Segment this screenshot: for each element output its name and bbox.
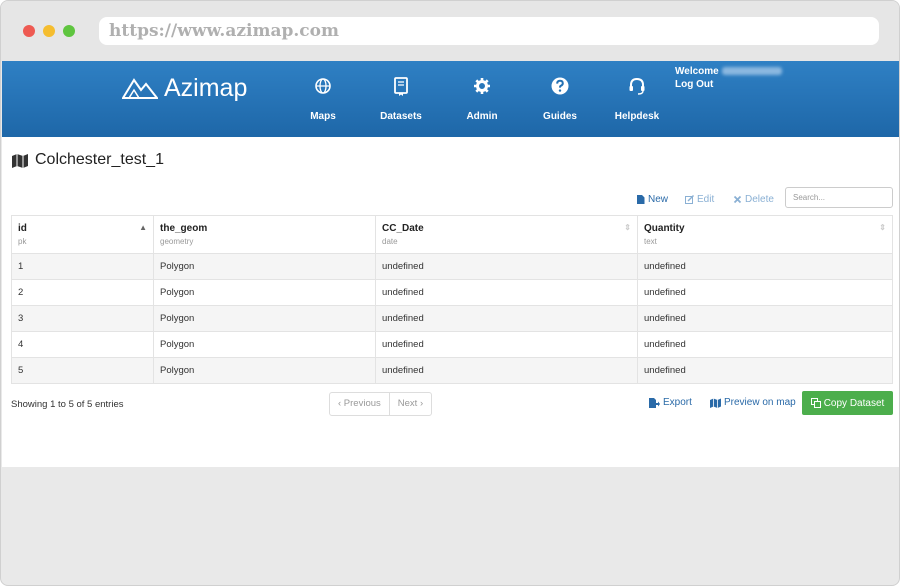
- cell-cc-date: undefined: [375, 331, 638, 358]
- cell-the-geom: Polygon: [153, 305, 376, 332]
- logout-link[interactable]: Log Out: [675, 79, 713, 90]
- table-row[interactable]: 4 Polygon undefined undefined: [11, 331, 893, 358]
- page-title: Colchester_test_1: [11, 151, 164, 169]
- cell-quantity: undefined: [637, 253, 893, 280]
- cell-the-geom: Polygon: [153, 357, 376, 384]
- username-blurred: [721, 67, 782, 76]
- nav-datasets[interactable]: Datasets: [369, 75, 433, 122]
- nav-guides[interactable]: Guides: [528, 75, 592, 122]
- cell-cc-date: undefined: [375, 357, 638, 384]
- nav-helpdesk[interactable]: Helpdesk: [605, 75, 669, 122]
- edit-button[interactable]: Edit: [685, 194, 714, 205]
- search-input[interactable]: [785, 187, 893, 208]
- copy-dataset-button[interactable]: Copy Dataset: [802, 391, 893, 415]
- azimap-logo[interactable]: Azimap: [122, 71, 247, 105]
- window-maximize-button[interactable]: [63, 25, 75, 37]
- cell-id: 3: [11, 305, 154, 332]
- column-header-quantity[interactable]: Quantity text ⇕: [637, 215, 893, 254]
- export-icon: [649, 397, 660, 408]
- table-header-row: id pk ▲ the_geom geometry CC_Date date ⇕: [11, 215, 893, 254]
- sort-icon: ⇕: [879, 223, 886, 232]
- nav-admin[interactable]: Admin: [450, 75, 514, 122]
- question-icon: [551, 77, 569, 95]
- previous-page-button[interactable]: ‹ Previous: [330, 393, 390, 415]
- page-title-text: Colchester_test_1: [35, 151, 164, 168]
- pagination: ‹ Previous Next ›: [329, 392, 433, 416]
- cell-the-geom: Polygon: [153, 279, 376, 306]
- cell-quantity: undefined: [637, 331, 893, 358]
- cell-quantity: undefined: [637, 279, 893, 306]
- main-content: Colchester_test_1 New Edit Delete Search…: [2, 137, 899, 467]
- headset-icon: [629, 77, 645, 95]
- cell-the-geom: Polygon: [153, 331, 376, 358]
- table-row[interactable]: 3 Polygon undefined undefined: [11, 305, 893, 332]
- sort-icon: ⇕: [624, 223, 631, 232]
- cell-id: 1: [11, 253, 154, 280]
- gear-icon: [474, 78, 490, 94]
- address-bar[interactable]: https://www.azimap.com: [99, 17, 879, 45]
- window-minimize-button[interactable]: [43, 25, 55, 37]
- table-row[interactable]: 2 Polygon undefined undefined: [11, 279, 893, 306]
- sort-asc-icon: ▲: [139, 223, 147, 232]
- table-row[interactable]: 5 Polygon undefined undefined: [11, 357, 893, 384]
- nav-datasets-label: Datasets: [380, 111, 422, 122]
- map-icon: [710, 398, 721, 408]
- nav-maps[interactable]: Maps: [291, 75, 355, 122]
- mountain-logo-icon: [122, 78, 158, 99]
- column-header-id[interactable]: id pk ▲: [11, 215, 154, 254]
- nav-guides-label: Guides: [543, 111, 577, 122]
- cell-cc-date: undefined: [375, 253, 638, 280]
- cell-id: 4: [11, 331, 154, 358]
- new-button[interactable]: New: [636, 194, 668, 205]
- delete-button[interactable]: Delete: [733, 194, 774, 205]
- cell-the-geom: Polygon: [153, 253, 376, 280]
- table-info: Showing 1 to 5 of 5 entries: [11, 399, 124, 410]
- preview-on-map-button[interactable]: Preview on map: [710, 397, 796, 408]
- top-navbar: Azimap Maps Datasets Admin Guides Helpde…: [2, 61, 899, 137]
- column-header-the-geom[interactable]: the_geom geometry: [153, 215, 376, 254]
- cell-quantity: undefined: [637, 305, 893, 332]
- column-header-cc-date[interactable]: CC_Date date ⇕: [375, 215, 638, 254]
- table-row[interactable]: 1 Polygon undefined undefined: [11, 253, 893, 280]
- close-icon: [733, 195, 742, 204]
- browser-window: https://www.azimap.com Azimap Maps Datas…: [0, 0, 900, 586]
- cell-id: 2: [11, 279, 154, 306]
- welcome-text: Welcome: [675, 66, 782, 77]
- logo-text: Azimap: [164, 73, 248, 102]
- window-close-button[interactable]: [23, 25, 35, 37]
- map-icon: [12, 154, 28, 168]
- browser-chrome: https://www.azimap.com: [1, 1, 899, 61]
- next-page-button[interactable]: Next ›: [390, 393, 431, 415]
- copy-icon: [810, 398, 821, 408]
- nav-maps-label: Maps: [310, 111, 336, 122]
- globe-icon: [315, 78, 331, 94]
- cell-cc-date: undefined: [375, 305, 638, 332]
- nav-admin-label: Admin: [466, 111, 498, 122]
- export-button[interactable]: Export: [649, 397, 692, 408]
- cell-id: 5: [11, 357, 154, 384]
- cell-quantity: undefined: [637, 357, 893, 384]
- data-table: id pk ▲ the_geom geometry CC_Date date ⇕: [11, 215, 893, 384]
- file-icon: [637, 195, 645, 204]
- cell-cc-date: undefined: [375, 279, 638, 306]
- edit-icon: [685, 195, 694, 204]
- nav-helpdesk-label: Helpdesk: [614, 111, 660, 122]
- book-icon: [394, 77, 408, 96]
